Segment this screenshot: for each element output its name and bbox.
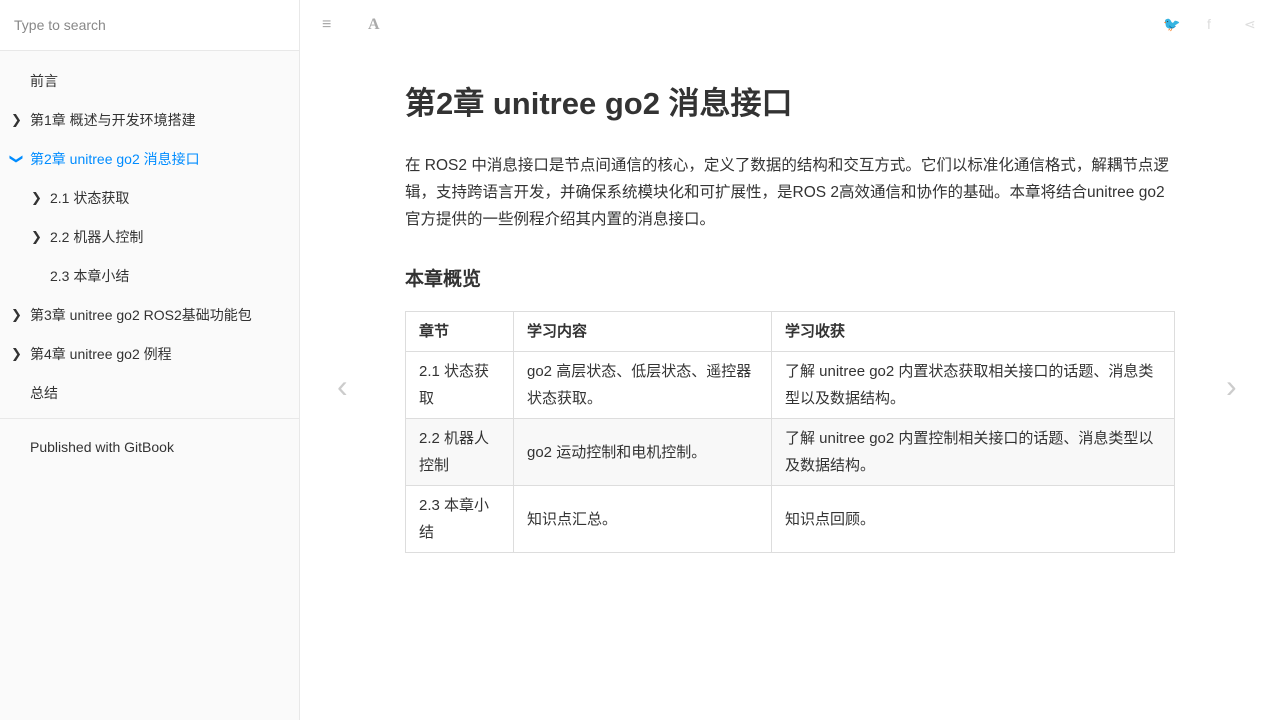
- sidebar: Type to search 前言 ❯ 第1章 概述与开发环境搭建 ❯ 第2章 unit…: [0, 0, 300, 720]
- table-cell: 2.2 机器人控制: [405, 418, 514, 486]
- sidebar-item[interactable]: 总结: [0, 373, 299, 412]
- intro-paragraph: 在 ROS2 中消息接口是节点间通信的核心，定义了数据的结构和交互方式。它们以标…: [405, 157, 1169, 228]
- chevron-right-icon[interactable]: ❯: [31, 229, 42, 245]
- table-cell: go2 高层状态、低层状态、遥控器状态获取。: [513, 351, 772, 419]
- table-row: 2.1 状态获取 go2 高层状态、低层状态、遥控器状态获取。 了解 unitree…: [405, 351, 1175, 419]
- chevron-down-icon[interactable]: ❯: [8, 153, 24, 164]
- table-cell: 知识点汇总。: [513, 485, 772, 553]
- sidebar-item[interactable]: 2.3 本章小结: [0, 256, 299, 295]
- sidebar-item[interactable]: ❯ 2.2 机器人控制: [0, 217, 299, 256]
- table-row: 2.2 机器人控制 go2 运动控制和电机控制。 了解 unitree go2 内置…: [405, 418, 1175, 486]
- sidebar-item[interactable]: 前言: [0, 61, 299, 100]
- table-header: 学习收获: [771, 311, 1175, 352]
- previous-page-arrow-icon[interactable]: ‹: [337, 368, 348, 405]
- sidebar-item-label: 总结: [30, 384, 58, 401]
- sidebar-item-label: 2.2 机器人控制: [50, 228, 144, 245]
- overview-heading: 本章概览: [405, 269, 482, 290]
- font-settings-icon[interactable]: A: [368, 16, 380, 34]
- sidebar-item-label: 第3章 unitree go2 ROS2基础功能包: [30, 306, 252, 323]
- sidebar-item-label: 2.1 状态获取: [50, 189, 130, 206]
- sidebar-item-label: 2.3 本章小结: [50, 267, 130, 284]
- table-cell: 了解 unitree go2 内置状态获取相关接口的话题、消息类型以及数据结构。: [771, 351, 1175, 419]
- chevron-right-icon[interactable]: ❯: [31, 190, 42, 206]
- sidebar-item-label: 第2章 unitree go2 消息接口: [30, 150, 200, 167]
- share-icon[interactable]: ⋖: [1244, 16, 1256, 33]
- sidebar-item[interactable]: ❯ 第1章 概述与开发环境搭建: [0, 100, 299, 139]
- twitter-icon[interactable]: 🐦: [1163, 16, 1180, 33]
- next-page-arrow-icon[interactable]: ›: [1226, 368, 1237, 405]
- table-cell: go2 运动控制和电机控制。: [513, 418, 772, 486]
- table-cell: 2.1 状态获取: [405, 351, 514, 419]
- chevron-right-icon[interactable]: ❯: [11, 307, 22, 323]
- chevron-right-icon[interactable]: ❯: [11, 112, 22, 128]
- facebook-icon[interactable]: f: [1207, 16, 1211, 32]
- table-cell: 了解 unitree go2 内置控制相关接口的话题、消息类型以及数据结构。: [771, 418, 1175, 486]
- published-with-gitbook-link[interactable]: Published with GitBook: [0, 425, 299, 469]
- chevron-right-icon[interactable]: ❯: [11, 346, 22, 362]
- sidebar-item-label: 前言: [30, 72, 58, 89]
- page-title: 第2章 unitree go2 消息接口: [405, 86, 793, 121]
- menu-toggle-icon[interactable]: ≡: [322, 16, 331, 34]
- divider: [0, 418, 299, 419]
- table-row: 2.3 本章小结 知识点汇总。 知识点回顾。: [405, 485, 1175, 553]
- table-header: 学习内容: [513, 311, 772, 352]
- sidebar-item-label: 第1章 概述与开发环境搭建: [30, 111, 196, 128]
- sidebar-item[interactable]: ❯ 2.1 状态获取: [0, 178, 299, 217]
- overview-table: 章节 学习内容 学习收获 2.1 状态获取 go2 高层状态、低层状态、遥控器状态…: [405, 311, 1175, 553]
- search-input[interactable]: Type to search: [0, 0, 299, 51]
- table-cell: 知识点回顾。: [771, 485, 1175, 553]
- table-cell: 2.3 本章小结: [405, 485, 514, 553]
- sidebar-nav: 前言 ❯ 第1章 概述与开发环境搭建 ❯ 第2章 unitree go2 消息接口 ❯ 2.…: [0, 51, 299, 412]
- sidebar-item[interactable]: ❯ 第2章 unitree go2 消息接口: [0, 139, 299, 178]
- sidebar-item[interactable]: ❯ 第3章 unitree go2 ROS2基础功能包: [0, 295, 299, 334]
- table-header: 章节: [405, 311, 514, 352]
- sidebar-item[interactable]: ❯ 第4章 unitree go2 例程: [0, 334, 299, 373]
- sidebar-item-label: 第4章 unitree go2 例程: [30, 345, 172, 362]
